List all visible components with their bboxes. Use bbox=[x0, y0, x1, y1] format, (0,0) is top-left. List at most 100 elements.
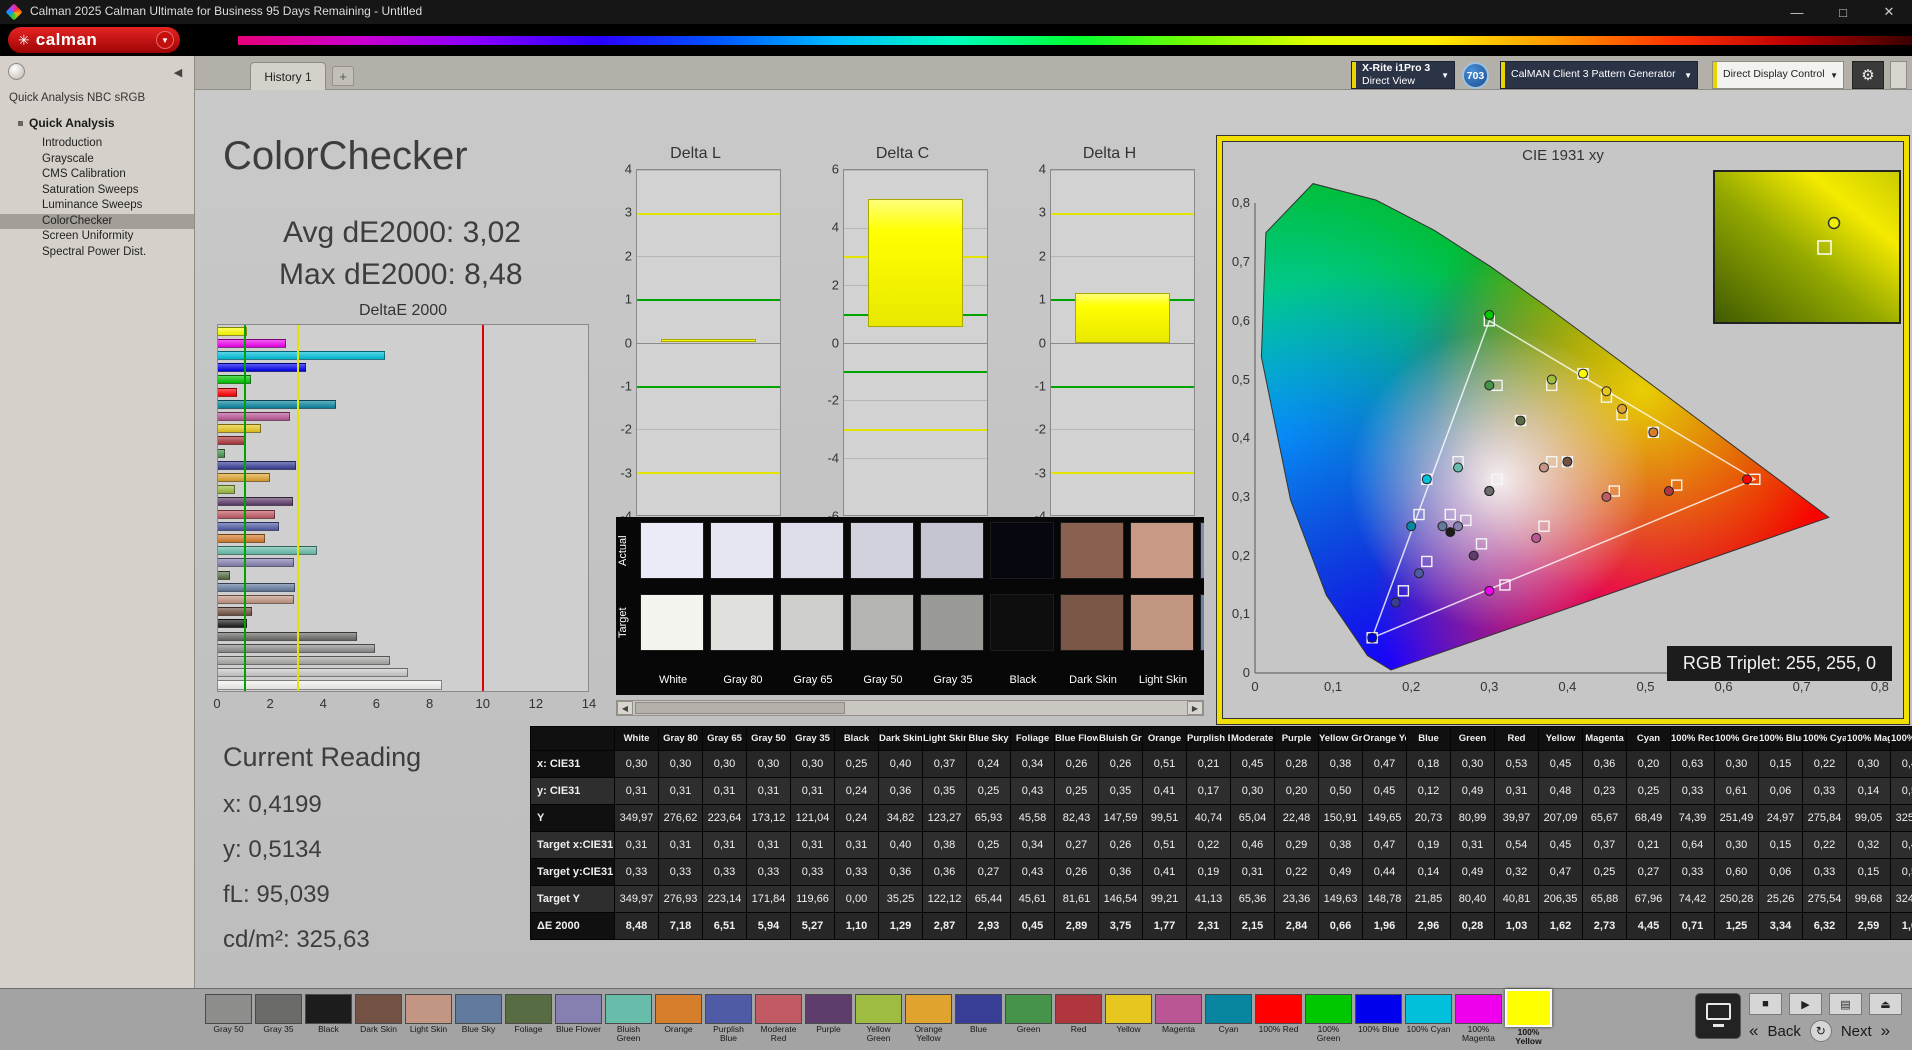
chart-delta-c: Delta C6420-2-4-6 bbox=[817, 145, 988, 516]
pattern-swatch-100-blue[interactable]: 100% Blue bbox=[1355, 994, 1402, 1046]
pattern-generator-label: CalMAN Client 3 Pattern Generator bbox=[1505, 68, 1679, 81]
sidebar-item-grayscale[interactable]: Grayscale bbox=[0, 152, 194, 168]
pattern-swatch-foliage[interactable]: Foliage bbox=[505, 994, 552, 1046]
play-button[interactable]: ▶ bbox=[1789, 993, 1822, 1015]
table-col-black: Black bbox=[835, 727, 879, 751]
table-col-white: White bbox=[615, 727, 659, 751]
deltae-bar-dark-skin bbox=[218, 606, 588, 618]
target-swatch-light-skin bbox=[1130, 594, 1194, 651]
pattern-swatch-100-cyan[interactable]: 100% Cyan bbox=[1405, 994, 1452, 1046]
refresh-button[interactable]: ↻ bbox=[1810, 1020, 1832, 1042]
save-icon: ▤ bbox=[1840, 998, 1850, 1011]
chevrons-left-icon[interactable]: « bbox=[1749, 1021, 1758, 1041]
tab-history-1[interactable]: History 1 bbox=[250, 62, 326, 90]
deltae-bar-black bbox=[218, 618, 588, 630]
cie-measured-orange-yellow bbox=[1618, 404, 1627, 413]
next-button[interactable]: Next bbox=[1841, 1023, 1872, 1040]
cie-measured-blue-sky bbox=[1438, 522, 1447, 531]
meter-dropdown[interactable]: X-Rite i1Pro 3 Direct View ▼ bbox=[1351, 61, 1455, 89]
main-content: ColorChecker Avg dE2000: 3,02 Max dE2000… bbox=[195, 90, 1912, 988]
table-col-cyan: Cyan bbox=[1627, 727, 1671, 751]
pattern-swatch-blue-sky[interactable]: Blue Sky bbox=[455, 994, 502, 1046]
current-reading-fl: fL: 95,039 bbox=[223, 881, 421, 909]
pattern-swatch-orange[interactable]: Orange bbox=[655, 994, 702, 1046]
sidebar-root-quick-analysis[interactable]: Quick Analysis bbox=[18, 116, 115, 130]
cie-ytick: 0 bbox=[1224, 665, 1250, 680]
save-button[interactable]: ▤ bbox=[1829, 993, 1862, 1015]
pattern-swatch-orange-yellow[interactable]: Orange Yellow bbox=[905, 994, 952, 1046]
cie-measured-100-cyan bbox=[1422, 475, 1431, 484]
pattern-swatch-purple[interactable]: Purple bbox=[805, 994, 852, 1046]
calman-menu-chevron-icon[interactable]: ▼ bbox=[156, 31, 174, 49]
cie-measured-gray-35 bbox=[1485, 487, 1494, 496]
chevrons-right-icon[interactable]: » bbox=[1881, 1021, 1890, 1041]
gamut-inset-zoom bbox=[1714, 171, 1900, 323]
sidebar-item-luminance-sweeps[interactable]: Luminance Sweeps bbox=[0, 198, 194, 214]
table-col-gray-80: Gray 80 bbox=[659, 727, 703, 751]
pattern-swatch-red[interactable]: Red bbox=[1055, 994, 1102, 1046]
pattern-swatch-cyan[interactable]: Cyan bbox=[1205, 994, 1252, 1046]
pattern-swatch-yellow[interactable]: Yellow bbox=[1105, 994, 1152, 1046]
pattern-swatch-gray-50[interactable]: Gray 50 bbox=[205, 994, 252, 1046]
display-window-button[interactable] bbox=[1695, 993, 1741, 1039]
pattern-swatch-magenta[interactable]: Magenta bbox=[1155, 994, 1202, 1046]
delta-charts: Delta L43210-1-2-3-4Delta C6420-2-4-6Del… bbox=[610, 145, 1195, 516]
deltae2000-x-axis: 02468101214 bbox=[217, 692, 589, 716]
table-col-gray-35: Gray 35 bbox=[791, 727, 835, 751]
pattern-swatch-100-red[interactable]: 100% Red bbox=[1255, 994, 1302, 1046]
sidebar-item-screen-uniformity[interactable]: Screen Uniformity bbox=[0, 229, 194, 245]
pattern-swatch-gray-35[interactable]: Gray 35 bbox=[255, 994, 302, 1046]
calman-logo-button[interactable]: ✳ calman ▼ bbox=[8, 27, 180, 53]
sidebar-item-spectral-power-dist-[interactable]: Spectral Power Dist. bbox=[0, 245, 194, 261]
scroll-right-icon[interactable]: ▶ bbox=[1187, 701, 1203, 715]
sidebar-item-introduction[interactable]: Introduction bbox=[0, 136, 194, 152]
deltae-bar-yellow bbox=[218, 423, 588, 435]
pattern-swatch-purplish-blue[interactable]: Purplish Blue bbox=[705, 994, 752, 1046]
stop-button[interactable]: ■ bbox=[1749, 993, 1782, 1015]
pattern-swatch-100-yellow[interactable]: 100% Yellow bbox=[1505, 994, 1552, 1046]
target-swatch-blue-sky bbox=[1200, 594, 1204, 651]
pattern-swatch-green[interactable]: Green bbox=[1005, 994, 1052, 1046]
cie-measured-purple bbox=[1469, 551, 1478, 560]
scroll-left-icon[interactable]: ◀ bbox=[617, 701, 633, 715]
minimize-button[interactable]: — bbox=[1774, 0, 1820, 24]
pattern-generator-dropdown[interactable]: CalMAN Client 3 Pattern Generator ▼ bbox=[1500, 61, 1698, 89]
pattern-bar: Gray 50Gray 35BlackDark SkinLight SkinBl… bbox=[0, 988, 1912, 1050]
settings-gear-button[interactable]: ⚙ bbox=[1852, 61, 1884, 89]
sidebar-item-cms-calibration[interactable]: CMS Calibration bbox=[0, 167, 194, 183]
panel-edge-button[interactable] bbox=[1890, 61, 1907, 89]
pattern-swatch-bar: Gray 50Gray 35BlackDark SkinLight SkinBl… bbox=[205, 994, 1552, 1046]
sidebar-collapse-button[interactable]: ◀ bbox=[168, 62, 188, 82]
deltae-xtick: 14 bbox=[582, 696, 596, 711]
maximize-button[interactable]: □ bbox=[1820, 0, 1866, 24]
calman-flower-icon: ✳ bbox=[18, 32, 30, 49]
pattern-swatch-blue-flower[interactable]: Blue Flower bbox=[555, 994, 602, 1046]
sidebar-item-saturation-sweeps[interactable]: Saturation Sweeps bbox=[0, 183, 194, 199]
pattern-swatch-blue[interactable]: Blue bbox=[955, 994, 1002, 1046]
table-col-orange: Orange bbox=[1143, 727, 1187, 751]
cie-xtick: 0,3 bbox=[1474, 679, 1504, 694]
sidebar-item-colorchecker[interactable]: ColorChecker bbox=[0, 214, 194, 230]
eject-button[interactable]: ⏏ bbox=[1869, 993, 1902, 1015]
pattern-swatch-yellow-green[interactable]: Yellow Green bbox=[855, 994, 902, 1046]
pattern-swatch-100-magenta[interactable]: 100% Magenta bbox=[1455, 994, 1502, 1046]
cie-xtick: 0,8 bbox=[1865, 679, 1895, 694]
display-control-dropdown[interactable]: Direct Display Control ▼ bbox=[1712, 61, 1844, 89]
pattern-swatch-bluish-green[interactable]: Bluish Green bbox=[605, 994, 652, 1046]
deltae-ref-line-3 bbox=[297, 325, 299, 691]
pattern-swatch-black[interactable]: Black bbox=[305, 994, 352, 1046]
cie-measured-100-magenta bbox=[1485, 586, 1494, 595]
comparator-scrollbar[interactable]: ◀ ▶ bbox=[616, 700, 1204, 716]
scrollbar-thumb[interactable] bbox=[635, 702, 845, 714]
pattern-swatch-moderate-red[interactable]: Moderate Red bbox=[755, 994, 802, 1046]
calman-logo-text: calman bbox=[36, 30, 156, 50]
pattern-swatch-light-skin[interactable]: Light Skin bbox=[405, 994, 452, 1046]
workflow-home-button[interactable] bbox=[8, 63, 25, 80]
add-tab-button[interactable]: + bbox=[332, 66, 354, 86]
current-reading-y: y: 0,5134 bbox=[223, 836, 421, 864]
close-button[interactable]: ✕ bbox=[1866, 0, 1912, 24]
back-button[interactable]: Back bbox=[1767, 1023, 1800, 1040]
meter-count-badge[interactable]: 703 bbox=[1462, 62, 1489, 89]
pattern-swatch-100-green[interactable]: 100% Green bbox=[1305, 994, 1352, 1046]
pattern-swatch-dark-skin[interactable]: Dark Skin bbox=[355, 994, 402, 1046]
